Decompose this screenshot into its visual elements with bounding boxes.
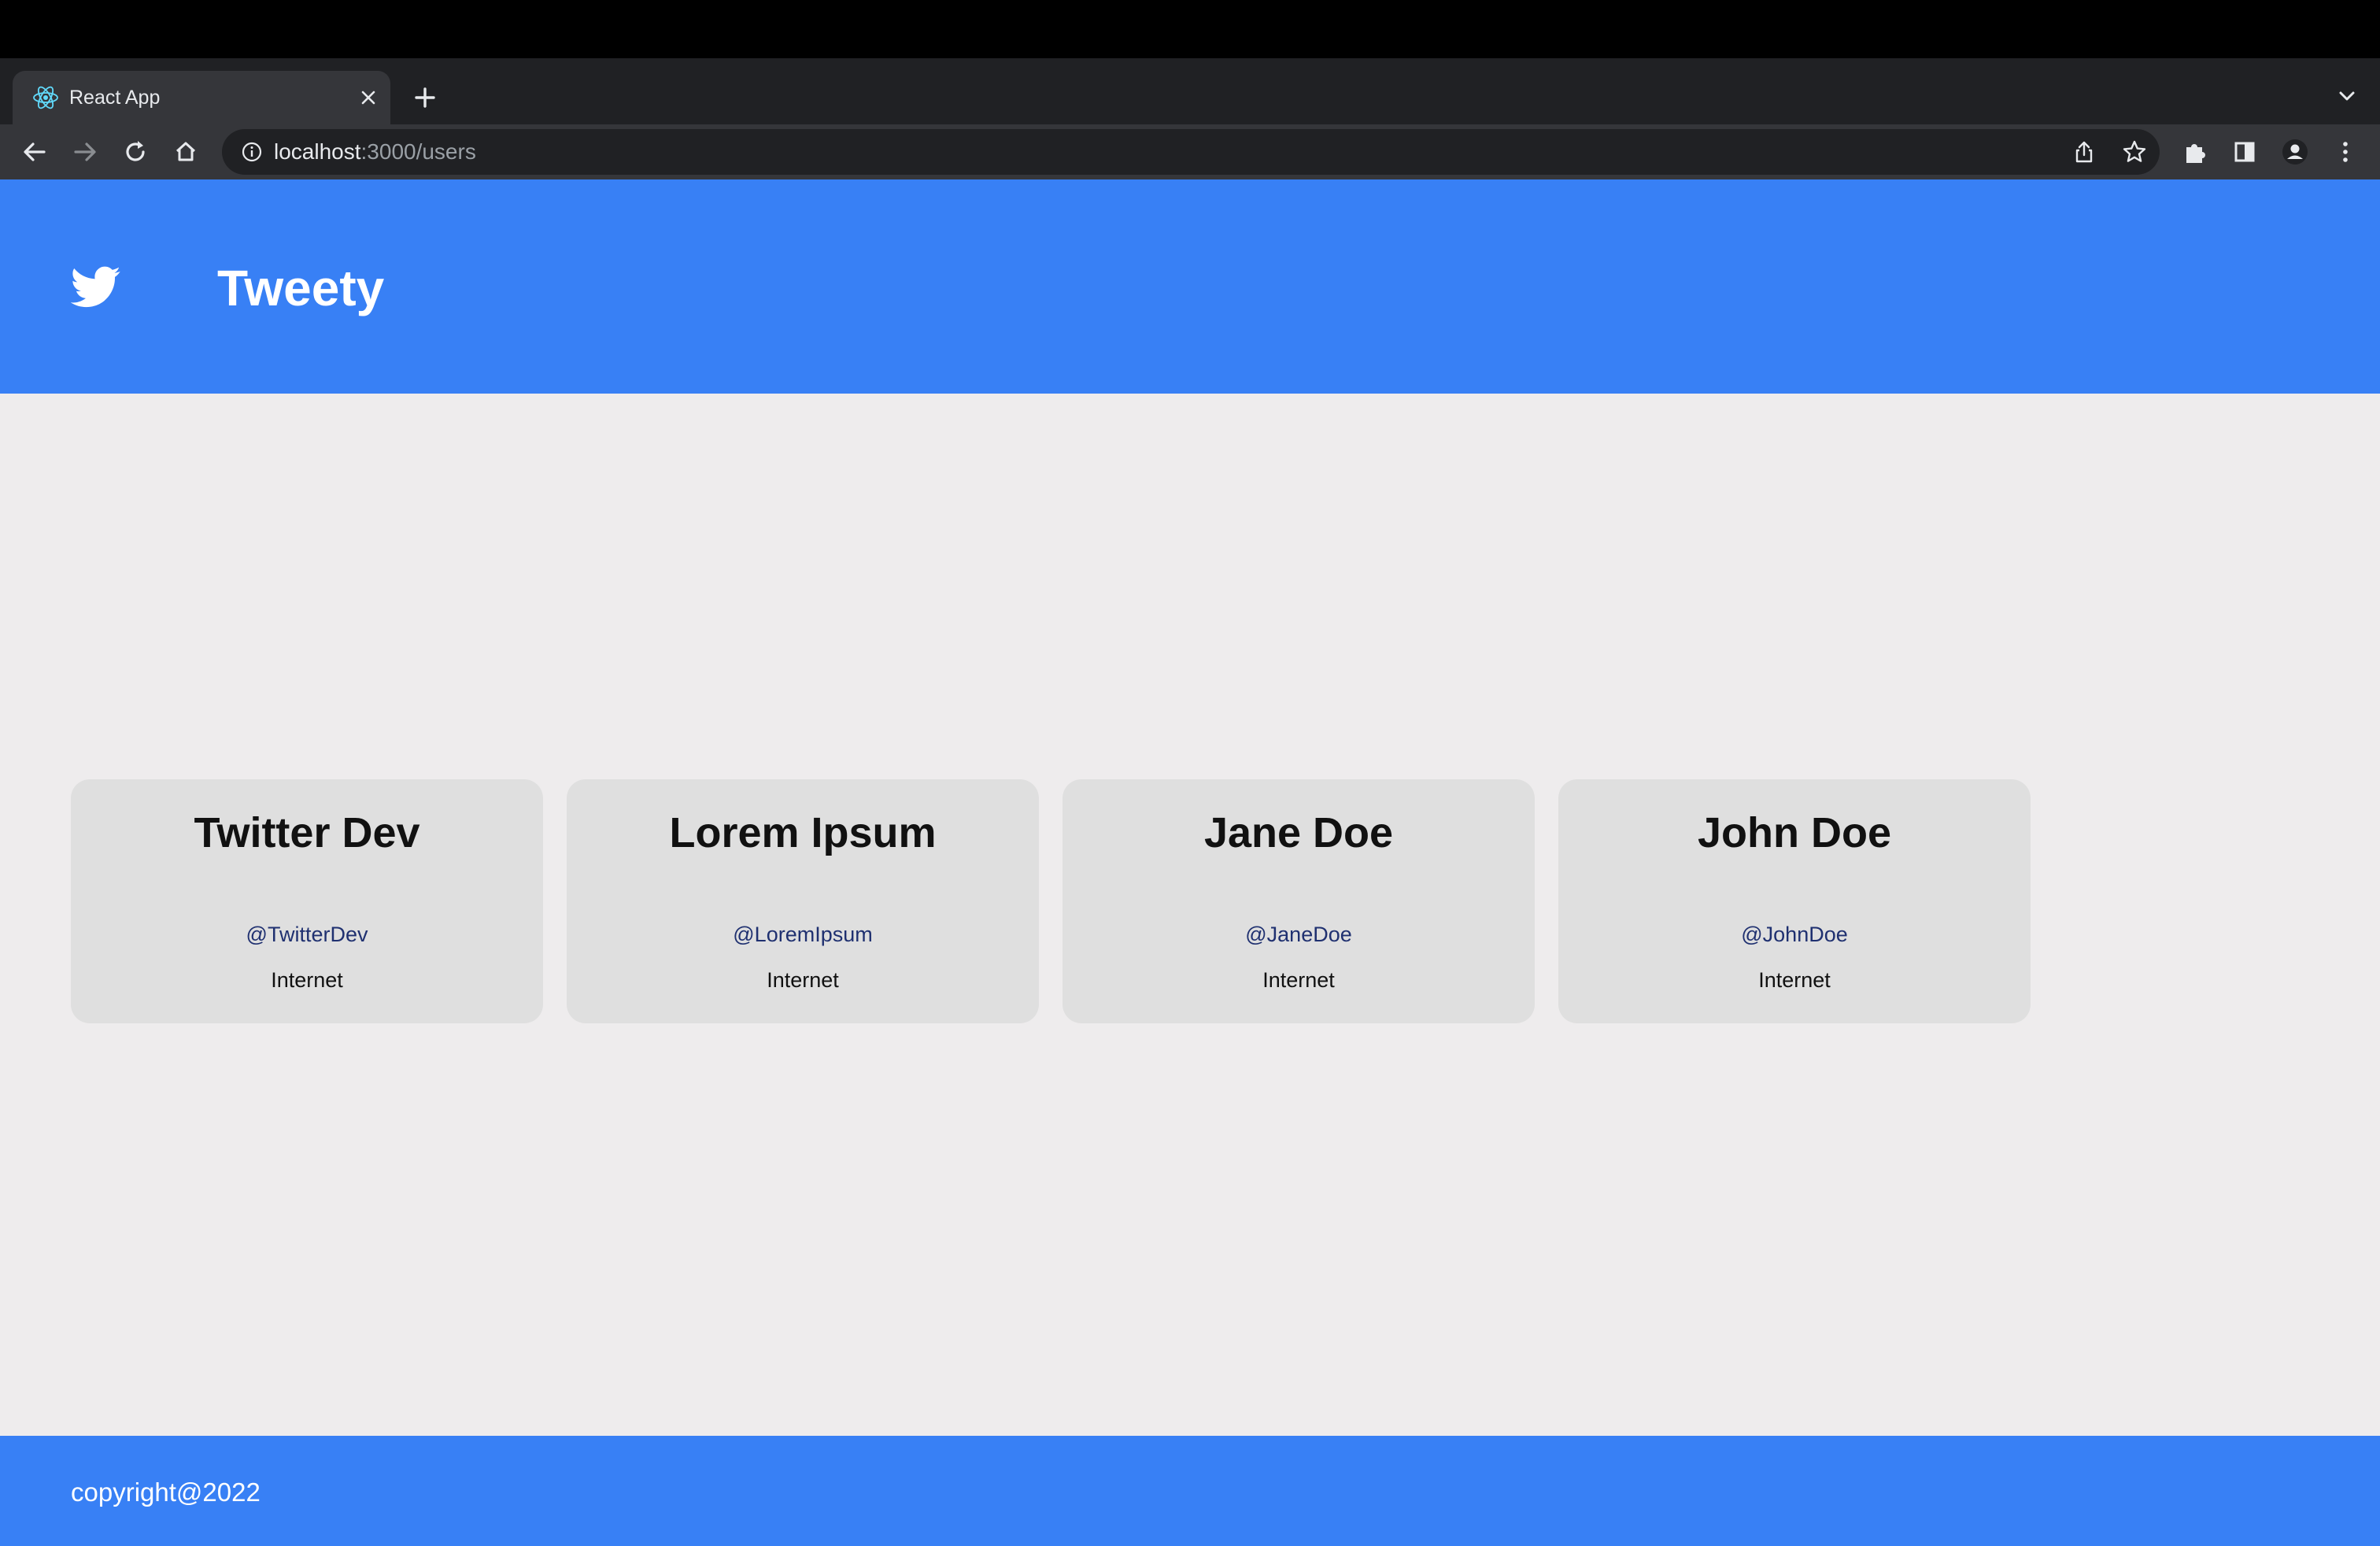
home-icon[interactable] — [167, 133, 205, 171]
star-icon[interactable] — [2120, 138, 2149, 166]
user-location: Internet — [271, 968, 343, 992]
user-name: Lorem Ipsum — [669, 809, 937, 856]
user-card[interactable]: Jane Doe @JaneDoe Internet — [1062, 779, 1535, 1023]
user-handle: @TwitterDev — [246, 923, 368, 946]
address-bar[interactable]: localhost:3000/users — [222, 129, 2160, 175]
url-host: localhost — [274, 139, 361, 164]
user-name: Twitter Dev — [194, 809, 420, 856]
user-handle: @JaneDoe — [1245, 923, 1352, 946]
back-arrow-icon[interactable] — [16, 133, 54, 171]
user-location: Internet — [1262, 968, 1335, 992]
reload-icon[interactable] — [116, 133, 154, 171]
puzzle-icon[interactable] — [2175, 133, 2213, 171]
user-card[interactable]: Lorem Ipsum @LoremIpsum Internet — [567, 779, 1039, 1023]
screen-top-bar — [0, 0, 2380, 58]
info-icon[interactable] — [239, 139, 264, 165]
twitter-bird-icon[interactable] — [71, 266, 121, 309]
profile-icon[interactable] — [2276, 133, 2314, 171]
brand-title: Tweety — [217, 260, 385, 316]
url-path: :3000/users — [360, 139, 476, 164]
tab-title: React App — [69, 87, 161, 109]
chevron-down-icon[interactable] — [2330, 79, 2364, 113]
browser-toolbar: localhost:3000/users — [0, 124, 2380, 179]
page-content: Tweety Twitter Dev @TwitterDev Internet … — [0, 179, 2380, 1546]
forward-arrow-icon[interactable] — [66, 133, 104, 171]
react-favicon-icon — [31, 83, 60, 112]
user-handle: @JohnDoe — [1741, 923, 1848, 946]
user-card[interactable]: John Doe @JohnDoe Internet — [1558, 779, 2031, 1023]
user-location: Internet — [767, 968, 839, 992]
user-name: John Doe — [1697, 809, 1891, 856]
app-footer: copyright@2022 — [0, 1436, 2380, 1546]
user-card[interactable]: Twitter Dev @TwitterDev Internet — [71, 779, 543, 1023]
plus-icon[interactable] — [406, 79, 444, 117]
copyright-text: copyright@2022 — [71, 1478, 261, 1507]
app-header: Tweety — [0, 179, 2380, 394]
user-name: Jane Doe — [1203, 809, 1394, 856]
side-panel-icon[interactable] — [2226, 133, 2264, 171]
user-handle: @LoremIpsum — [733, 923, 873, 946]
close-icon[interactable] — [354, 83, 382, 112]
user-location: Internet — [1758, 968, 1831, 992]
browser-tab[interactable]: React App — [13, 71, 390, 124]
user-cards: Twitter Dev @TwitterDev Internet Lorem I… — [71, 779, 2117, 1025]
kebab-menu-icon[interactable] — [2326, 133, 2364, 171]
share-icon[interactable] — [2070, 138, 2098, 166]
url-text[interactable]: localhost:3000/users — [274, 139, 476, 165]
browser-tab-strip: React App — [0, 58, 2380, 124]
